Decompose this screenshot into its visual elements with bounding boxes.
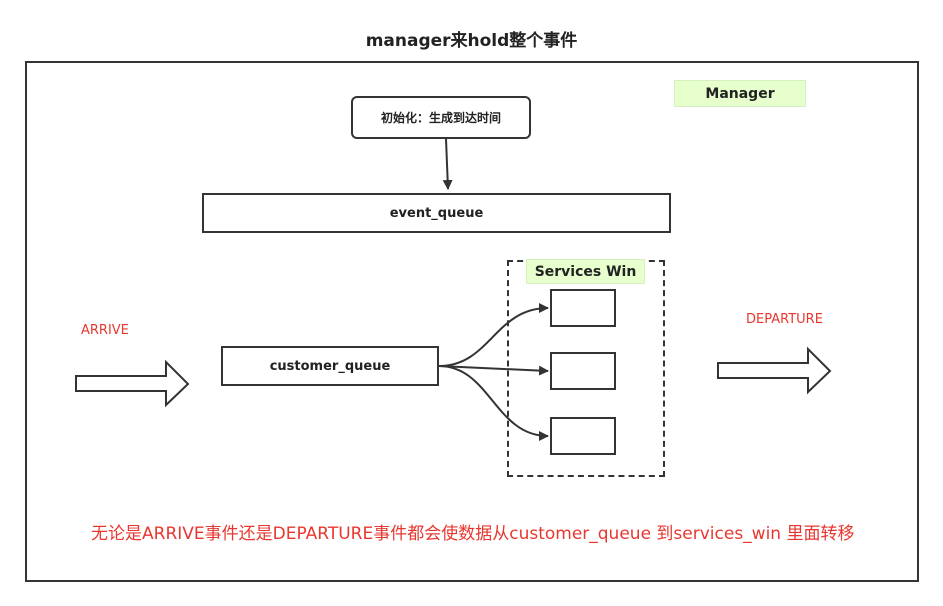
queue-to-window-3-arrow (438, 365, 549, 441)
arrive-block-arrow (75, 359, 190, 408)
departure-block-arrow (717, 346, 832, 395)
queue-to-window-1-arrow (438, 303, 549, 367)
init-to-event-arrow (442, 138, 453, 190)
connectors (75, 138, 832, 441)
